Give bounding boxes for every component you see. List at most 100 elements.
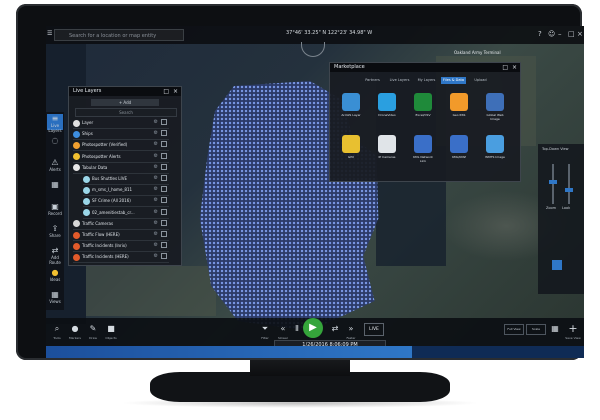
layer-checkbox[interactable] [161, 186, 167, 193]
toolbar-views[interactable]: ▦ Views [47, 290, 63, 306]
layer-search-input[interactable]: Search [75, 108, 177, 117]
gear-icon[interactable]: ⚙ [154, 218, 158, 229]
layer-row[interactable]: Ships ⚙ [73, 128, 169, 141]
toolbar-item-2[interactable]: ◌ [47, 136, 63, 152]
menu-icon[interactable]: ☰ [47, 30, 52, 37]
timeline-bar[interactable] [46, 346, 584, 358]
tools-button[interactable]: ⌕ [50, 322, 64, 336]
marketplace-tile[interactable]: ArcGIS Layer [338, 93, 364, 117]
grid-icon[interactable]: ▦ [548, 322, 562, 336]
gear-icon[interactable]: ⚙ [154, 173, 158, 184]
layer-checkbox[interactable] [161, 163, 167, 170]
layer-row[interactable]: SF Crime (All 2016) ⚙ [83, 195, 169, 208]
layer-checkbox[interactable] [161, 152, 167, 159]
layer-checkbox[interactable] [161, 208, 167, 215]
marketplace-tile[interactable]: Excel/CSV [410, 93, 436, 117]
draw-button[interactable]: ✎ [86, 322, 100, 336]
layer-row[interactable]: Bus Shuttles LIVE ⚙ [83, 173, 169, 185]
faster-button[interactable]: » [344, 322, 358, 336]
layer-row[interactable]: Layer ⚙ [73, 117, 169, 129]
layer-row[interactable]: Traffic Incidents (Inrix) ⚙ [73, 240, 169, 253]
layer-checkbox[interactable] [161, 130, 167, 137]
toolbar-item-4[interactable]: ▦ [47, 180, 63, 196]
marketplace-tile[interactable]: WMTS Image [482, 135, 508, 159]
live-button[interactable]: LIVE [364, 323, 384, 336]
close-icon[interactable]: × [512, 64, 517, 71]
full-view-button[interactable]: Full View [504, 324, 524, 335]
marketplace-tile[interactable]: GPX [338, 135, 364, 159]
gear-icon[interactable]: ⚙ [154, 195, 158, 206]
gear-icon[interactable]: ⚙ [154, 251, 158, 262]
zoom-slider-knob[interactable] [549, 180, 557, 184]
marketplace-tab[interactable]: Upload [468, 77, 493, 84]
zoom-slider[interactable] [552, 164, 554, 204]
toolbar-record[interactable]: ▣ Record [47, 202, 63, 218]
add-layer-button[interactable]: + Add [91, 99, 159, 106]
marketplace-tile[interactable]: Geo RSS [446, 93, 472, 117]
gear-icon[interactable]: ⚙ [154, 139, 158, 150]
layer-row[interactable]: Photospotter Alerts ⚙ [73, 151, 169, 163]
gear-icon[interactable]: ⚙ [154, 162, 158, 173]
look-slider[interactable] [568, 164, 570, 204]
toolbar-alerts[interactable]: ⚠ Alerts [47, 158, 63, 174]
layer-row[interactable]: Traffic Incidents (HERE) ⚙ [73, 251, 169, 264]
toolbar-share[interactable]: ⇪ Share [47, 224, 63, 240]
marketplace-tile[interactable]: Global Web Image [482, 93, 508, 121]
loop-button[interactable]: ⇄ [328, 322, 342, 336]
layer-checkbox[interactable] [161, 242, 167, 249]
marketplace-tile[interactable]: DroneVideo [374, 93, 400, 117]
layer-row[interactable]: Tabular Data ⚙ [73, 162, 169, 174]
markers-button[interactable]: ● [68, 322, 82, 336]
toolbar-ideas[interactable]: ● Ideas [47, 268, 63, 284]
slower-button[interactable]: « [276, 322, 290, 336]
gear-icon[interactable]: ⚙ [154, 117, 158, 128]
save-view-button[interactable]: + [566, 322, 580, 336]
marketplace-tab[interactable]: Files & Data [441, 77, 466, 84]
layer-icon [73, 253, 80, 261]
marketplace-tile[interactable]: KML/KMZ [446, 135, 472, 159]
maximize-icon[interactable]: □ [568, 30, 575, 38]
layer-row[interactable]: Traffic Cameras ⚙ [73, 218, 169, 230]
gear-icon[interactable]: ⚙ [154, 184, 158, 195]
help-icon[interactable]: ? [538, 30, 542, 38]
maximize-icon[interactable]: □ [502, 64, 508, 71]
user-icon[interactable]: ☺ [548, 30, 555, 38]
marketplace-tile[interactable]: KML Network Link [410, 135, 436, 163]
objects-button[interactable]: ■ [104, 322, 118, 336]
close-icon[interactable]: × [577, 30, 583, 38]
layer-row[interactable]: m_sms_l_home_811 ⚙ [83, 184, 169, 197]
marketplace-tab[interactable]: My Layers [414, 77, 439, 84]
close-icon[interactable]: × [173, 88, 178, 95]
minimize-icon[interactable]: – [558, 30, 562, 38]
layer-checkbox[interactable] [161, 253, 167, 260]
gear-icon[interactable]: ⚙ [154, 240, 158, 251]
layer-checkbox[interactable] [161, 119, 167, 125]
gear-icon[interactable]: ⚙ [154, 151, 158, 162]
look-slider-knob[interactable] [565, 188, 573, 192]
maximize-icon[interactable]: □ [163, 88, 169, 95]
gear-icon[interactable]: ⚙ [154, 229, 158, 240]
layer-row[interactable]: Photospotter (Verified) ⚙ [73, 139, 169, 152]
scale-button[interactable]: Scale [526, 324, 546, 335]
layer-checkbox[interactable] [161, 141, 167, 148]
layer-row[interactable]: Traffic Flow (HERE) ⚙ [73, 229, 169, 241]
play-button[interactable]: ▶ [303, 318, 323, 338]
marketplace-tab[interactable]: Partners [360, 77, 385, 84]
alert-icon: ⚠ [51, 158, 59, 167]
gear-icon[interactable]: ⚙ [154, 128, 158, 139]
layer-checkbox[interactable] [161, 197, 167, 204]
layer-row[interactable]: 02_amenitiestab_cr... ⚙ [83, 207, 169, 219]
toolbar-add-route[interactable]: ⇄ Add Route [47, 246, 63, 265]
toolbar-live-layers[interactable]: ≡ Live Layers [47, 114, 63, 133]
filter-button[interactable]: ⏷ [258, 322, 272, 336]
layer-checkbox[interactable] [161, 231, 167, 237]
search-input[interactable]: Search for a location or map entity [54, 29, 184, 41]
layer-checkbox[interactable] [161, 219, 167, 226]
layer-icon [83, 175, 90, 183]
gear-icon[interactable]: ⚙ [154, 207, 158, 218]
layer-checkbox[interactable] [161, 175, 167, 181]
pan-mode-button[interactable] [552, 260, 562, 270]
pause-button[interactable]: Ⅱ [290, 322, 304, 336]
marketplace-tile[interactable]: IP Cameras [374, 135, 400, 159]
marketplace-tab[interactable]: Live Layers [387, 77, 412, 84]
